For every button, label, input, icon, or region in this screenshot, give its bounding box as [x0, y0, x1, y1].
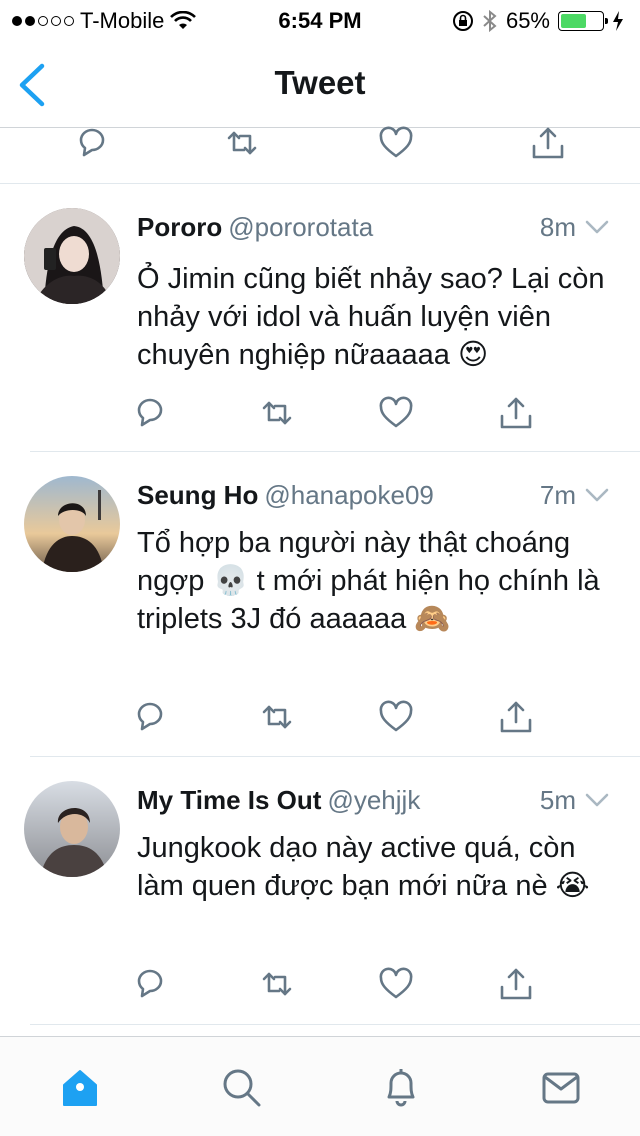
notifications-icon[interactable] — [379, 1065, 423, 1109]
author-name[interactable]: Seung Ho — [137, 480, 258, 510]
home-icon[interactable] — [58, 1065, 102, 1109]
author-handle[interactable]: @yehjjk — [327, 785, 420, 815]
share-icon[interactable] — [497, 698, 535, 736]
previous-tweet-actions — [0, 126, 640, 184]
share-icon[interactable] — [497, 965, 535, 1003]
author-handle[interactable]: @pororotata — [228, 212, 373, 242]
status-bar: T-Mobile 6:54 PM 65% — [0, 0, 640, 40]
tweet-actions — [0, 965, 640, 1005]
retweet-icon[interactable] — [258, 394, 296, 432]
share-icon[interactable] — [529, 124, 567, 162]
tweet-item[interactable]: Pororo @pororotata 8m Ỏ Jimin cũng biết n… — [0, 184, 640, 452]
orientation-lock-icon — [452, 11, 473, 31]
tweet-actions — [0, 394, 640, 434]
author-name[interactable]: Pororo — [137, 212, 222, 242]
battery-percent: 65% — [505, 8, 550, 33]
reply-icon[interactable] — [73, 124, 111, 162]
avatar[interactable] — [24, 476, 120, 572]
tweet-actions — [0, 698, 640, 738]
chevron-down-icon[interactable] — [584, 486, 610, 504]
reply-icon[interactable] — [131, 965, 169, 1003]
messages-icon[interactable] — [539, 1065, 583, 1109]
retweet-icon[interactable] — [258, 698, 296, 736]
tweet-text: Jungkook dạo này active quá, còn làm que… — [137, 832, 590, 902]
battery-icon — [558, 11, 608, 31]
like-icon[interactable] — [377, 698, 415, 736]
retweet-icon[interactable] — [258, 965, 296, 1003]
charging-icon — [613, 11, 623, 31]
author-name[interactable]: My Time Is Out — [137, 785, 321, 815]
nav-bar: Tweet — [0, 40, 640, 128]
search-icon[interactable] — [219, 1065, 263, 1109]
chevron-down-icon[interactable] — [584, 791, 610, 809]
status-right: 65% — [452, 8, 624, 34]
divider — [30, 1024, 640, 1025]
like-icon[interactable] — [377, 965, 415, 1003]
like-icon[interactable] — [377, 124, 415, 162]
tweet-time: 8m — [539, 212, 576, 242]
author-handle[interactable]: @hanapoke09 — [264, 480, 434, 510]
tab-bar — [0, 1036, 640, 1136]
battery-fill — [561, 14, 586, 28]
tweet-time: 5m — [539, 785, 576, 815]
tweet-text: Tổ hợp ba người này thật choáng ngợp 💀 t… — [137, 527, 600, 635]
tweet-item[interactable]: My Time Is Out @yehjjk 5m Jungkook dạo nà… — [0, 757, 640, 1025]
share-icon[interactable] — [497, 394, 535, 432]
like-icon[interactable] — [377, 394, 415, 432]
avatar[interactable] — [24, 781, 120, 877]
reply-icon[interactable] — [131, 394, 169, 432]
chevron-down-icon[interactable] — [584, 218, 610, 236]
tweet-time: 7m — [539, 480, 576, 510]
reply-icon[interactable] — [131, 698, 169, 736]
page-title: Tweet — [274, 64, 366, 101]
avatar[interactable] — [24, 208, 120, 304]
retweet-icon[interactable] — [223, 124, 261, 162]
tweet-item[interactable]: Seung Ho @hanapoke09 7m Tổ hợp ba người n… — [0, 452, 640, 757]
bluetooth-icon — [483, 9, 497, 33]
tweet-text: Ỏ Jimin cũng biết nhảy sao? Lại còn nhảy… — [137, 263, 605, 371]
